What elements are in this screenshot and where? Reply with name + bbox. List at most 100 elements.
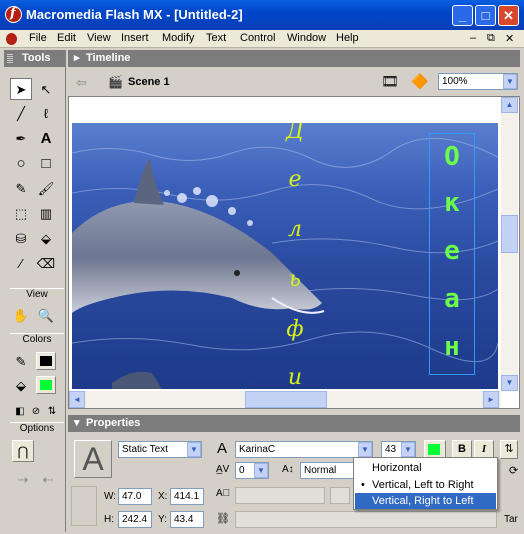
font-select[interactable]: KarinaC ▼ (235, 441, 373, 458)
green-letter-4: а (444, 284, 460, 314)
timeline-header[interactable]: ▸ Timeline (68, 50, 520, 67)
vertical-text-green[interactable]: О к е а н (429, 133, 475, 375)
edit-symbols-icon[interactable]: 🔶 (411, 73, 428, 90)
y-value: 43.4 (174, 514, 194, 525)
menu-view[interactable]: View (87, 32, 111, 44)
menu-text[interactable]: Text (206, 32, 226, 44)
kerning-icon: A̲V (216, 464, 230, 475)
direction-vertical-ltr[interactable]: • Vertical, Left to Right (355, 477, 496, 493)
edit-scene-icon[interactable]: 🎞 (381, 73, 399, 90)
menu-help[interactable]: Help (336, 32, 359, 44)
menu-bar: File Edit View Insert Modify Text Contro… (0, 30, 524, 48)
scene-name: Scene 1 (128, 76, 170, 88)
text-direction-menu: Horizontal • Vertical, Left to Right Vert… (353, 457, 498, 510)
text-tool-icon[interactable]: A (35, 127, 57, 149)
dolphin-photo: Д е л ь ф и О к е а н (72, 123, 498, 389)
view-section-label: View (10, 288, 64, 300)
text-type-dropdown-icon[interactable]: ▼ (187, 442, 201, 457)
document-icon[interactable] (6, 33, 17, 45)
options-section-label: Options (10, 422, 64, 434)
direction-horizontal[interactable]: Horizontal (355, 460, 496, 476)
fill-transform-tool-icon[interactable]: ▥ (35, 202, 57, 224)
doc-minimize-button[interactable]: – (470, 32, 476, 44)
rotate-text-icon[interactable]: ⟳ (509, 464, 518, 477)
back-arrow-icon[interactable]: ⇦ (76, 75, 87, 91)
vertical-scrollbar[interactable]: ▲ ▼ (501, 97, 518, 391)
menu-control[interactable]: Control (240, 32, 275, 44)
line-tool-icon[interactable]: ╱ (10, 102, 32, 124)
kerning-value: 0 (239, 465, 245, 476)
yellow-letter-3: л (287, 217, 302, 242)
swap-colors-icon[interactable]: ⇅ (41, 400, 63, 422)
paint-bucket-tool-icon[interactable]: ⬙ (35, 227, 57, 249)
font-size-field[interactable]: 43 ▼ (381, 441, 416, 458)
green-letter-1: О (444, 142, 460, 172)
window-title: Macromedia Flash MX - [Untitled-2] (26, 7, 243, 22)
horizontal-scrollbar[interactable]: ◄ ► (69, 391, 501, 408)
zoom-dropdown-arrow-icon[interactable]: ▼ (503, 74, 517, 89)
subselect-tool-icon[interactable]: ↖ (35, 78, 57, 100)
width-value: 47.0 (122, 491, 142, 502)
snap-magnet-icon[interactable]: ⋂ (12, 440, 34, 462)
brush-tool-icon[interactable]: 🖌 (35, 177, 57, 199)
font-dropdown-icon[interactable]: ▼ (358, 442, 372, 457)
text-tool-large-icon: A (74, 440, 112, 478)
kerning-dropdown-icon[interactable]: ▼ (254, 463, 268, 478)
yellow-letter-6: и (287, 365, 303, 389)
font-size-dropdown-icon[interactable]: ▼ (401, 442, 415, 457)
scene-bar: ⇦ 🎬 Scene 1 🎞 🔶 100% ▼ (68, 69, 520, 96)
tools-header[interactable]: Tools (4, 50, 65, 67)
x-field[interactable]: 414.1 (170, 488, 204, 505)
scroll-up-button[interactable]: ▲ (501, 97, 518, 113)
text-direction-button[interactable]: ⇅ (500, 440, 518, 459)
kerning-field[interactable]: 0 ▼ (235, 462, 269, 479)
scroll-left-button[interactable]: ◄ (69, 391, 85, 408)
ink-bottle-tool-icon[interactable]: ⛁ (10, 227, 32, 249)
minimize-button[interactable]: _ (452, 5, 473, 26)
doc-restore-button[interactable]: ⧉ (487, 32, 495, 45)
menu-modify[interactable]: Modify (162, 32, 194, 44)
menu-file[interactable]: File (29, 32, 47, 44)
font-size-value: 43 (385, 444, 397, 455)
doc-close-button[interactable]: ✕ (505, 32, 514, 45)
eraser-tool-icon[interactable]: ⌫ (35, 252, 57, 274)
vertical-text-yellow[interactable]: Д е л ь ф и (277, 123, 313, 389)
properties-header[interactable]: ▾ Properties (68, 415, 520, 432)
scroll-down-button[interactable]: ▼ (501, 375, 518, 391)
oval-tool-icon[interactable]: ○ (10, 152, 32, 174)
vertical-scroll-thumb[interactable] (501, 215, 518, 253)
stroke-color-pencil-icon: ✎ (15, 354, 27, 369)
fill-color-swatch[interactable] (36, 376, 56, 394)
text-type-select[interactable]: Static Text ▼ (118, 441, 202, 458)
width-field[interactable]: 47.0 (118, 488, 152, 505)
properties-collapse-icon[interactable]: ▾ (74, 415, 80, 432)
height-field[interactable]: 242.4 (118, 511, 152, 528)
char-position-select[interactable]: Normal (300, 462, 360, 479)
maximize-button[interactable]: □ (475, 5, 496, 26)
pen-tool-icon[interactable]: ✒ (10, 127, 32, 149)
smooth-option-icon[interactable]: ⇢ (12, 468, 34, 490)
menu-window[interactable]: Window (287, 32, 326, 44)
hand-tool-icon[interactable]: ✋ (10, 304, 32, 326)
direction-vertical-rtl[interactable]: Vertical, Right to Left (355, 493, 496, 509)
zoom-select[interactable]: 100% ▼ (438, 73, 518, 90)
pencil-tool-icon[interactable]: ✎ (10, 177, 32, 199)
stroke-color-swatch[interactable] (36, 352, 56, 370)
y-field[interactable]: 43.4 (170, 511, 204, 528)
font-rendering-select (235, 487, 325, 504)
menu-edit[interactable]: Edit (57, 32, 76, 44)
straighten-option-icon[interactable]: ⇠ (37, 468, 59, 490)
close-button[interactable]: ✕ (498, 5, 519, 26)
yellow-letter-5: ф (286, 317, 304, 342)
scroll-right-button[interactable]: ► (483, 391, 499, 408)
menu-insert[interactable]: Insert (121, 32, 149, 44)
stage-area[interactable]: Д е л ь ф и О к е а н ▲ ▼ ◄ ► (68, 96, 520, 409)
arrow-tool-icon[interactable]: ➤ (10, 78, 32, 100)
rectangle-tool-icon[interactable]: □ (35, 152, 57, 174)
lasso-tool-icon[interactable]: ℓ (35, 102, 57, 124)
timeline-expand-icon[interactable]: ▸ (74, 50, 80, 67)
eyedropper-tool-icon[interactable]: ⁄ (10, 252, 32, 274)
free-transform-tool-icon[interactable]: ⬚ (10, 202, 32, 224)
horizontal-scroll-thumb[interactable] (245, 391, 327, 408)
zoom-tool-icon[interactable]: 🔍 (35, 304, 57, 326)
